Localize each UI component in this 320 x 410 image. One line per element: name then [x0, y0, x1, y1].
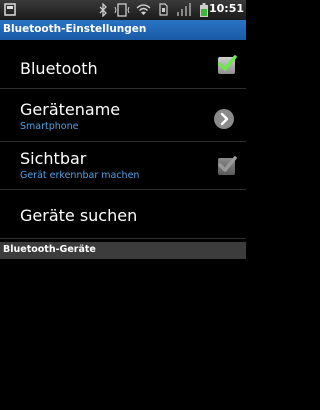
section-header-label: Bluetooth-Geräte [3, 244, 96, 255]
bluetooth-label: Bluetooth [20, 59, 98, 78]
notification-icon [4, 3, 16, 16]
visibility-label: Sichtbar [20, 149, 87, 168]
battery-icon [200, 3, 208, 17]
device-name-label: Gerätename [20, 100, 121, 119]
chevron-right-icon [214, 109, 234, 129]
visibility-summary: Gerät erkennbar machen [20, 170, 140, 181]
device-name-setting[interactable]: Gerätename Smartphone [0, 97, 246, 142]
title-bar: Bluetooth-Einstellungen [0, 20, 246, 40]
bluetooth-checkbox[interactable] [218, 55, 237, 74]
checkmark-icon [218, 55, 237, 71]
section-header-bluetooth-devices: Bluetooth-Geräte [0, 242, 246, 259]
signal-icon [177, 3, 191, 16]
checkmark-icon [218, 156, 237, 172]
scan-devices-button[interactable]: Geräte suchen [0, 194, 246, 239]
page-title: Bluetooth-Einstellungen [3, 23, 147, 35]
bluetooth-toggle[interactable]: Bluetooth [0, 44, 246, 89]
clock: 10:51 [208, 2, 244, 15]
bluetooth-icon [99, 3, 107, 17]
vibrate-icon [114, 3, 130, 17]
device-name-summary: Smartphone [20, 121, 79, 132]
wifi-icon [136, 4, 151, 15]
visibility-checkbox[interactable] [218, 156, 237, 175]
visibility-toggle[interactable]: Sichtbar Gerät erkennbar machen [0, 145, 246, 190]
scan-devices-label: Geräte suchen [20, 206, 138, 225]
status-bar: 10:51 [0, 0, 246, 20]
sim-icon [159, 3, 168, 16]
